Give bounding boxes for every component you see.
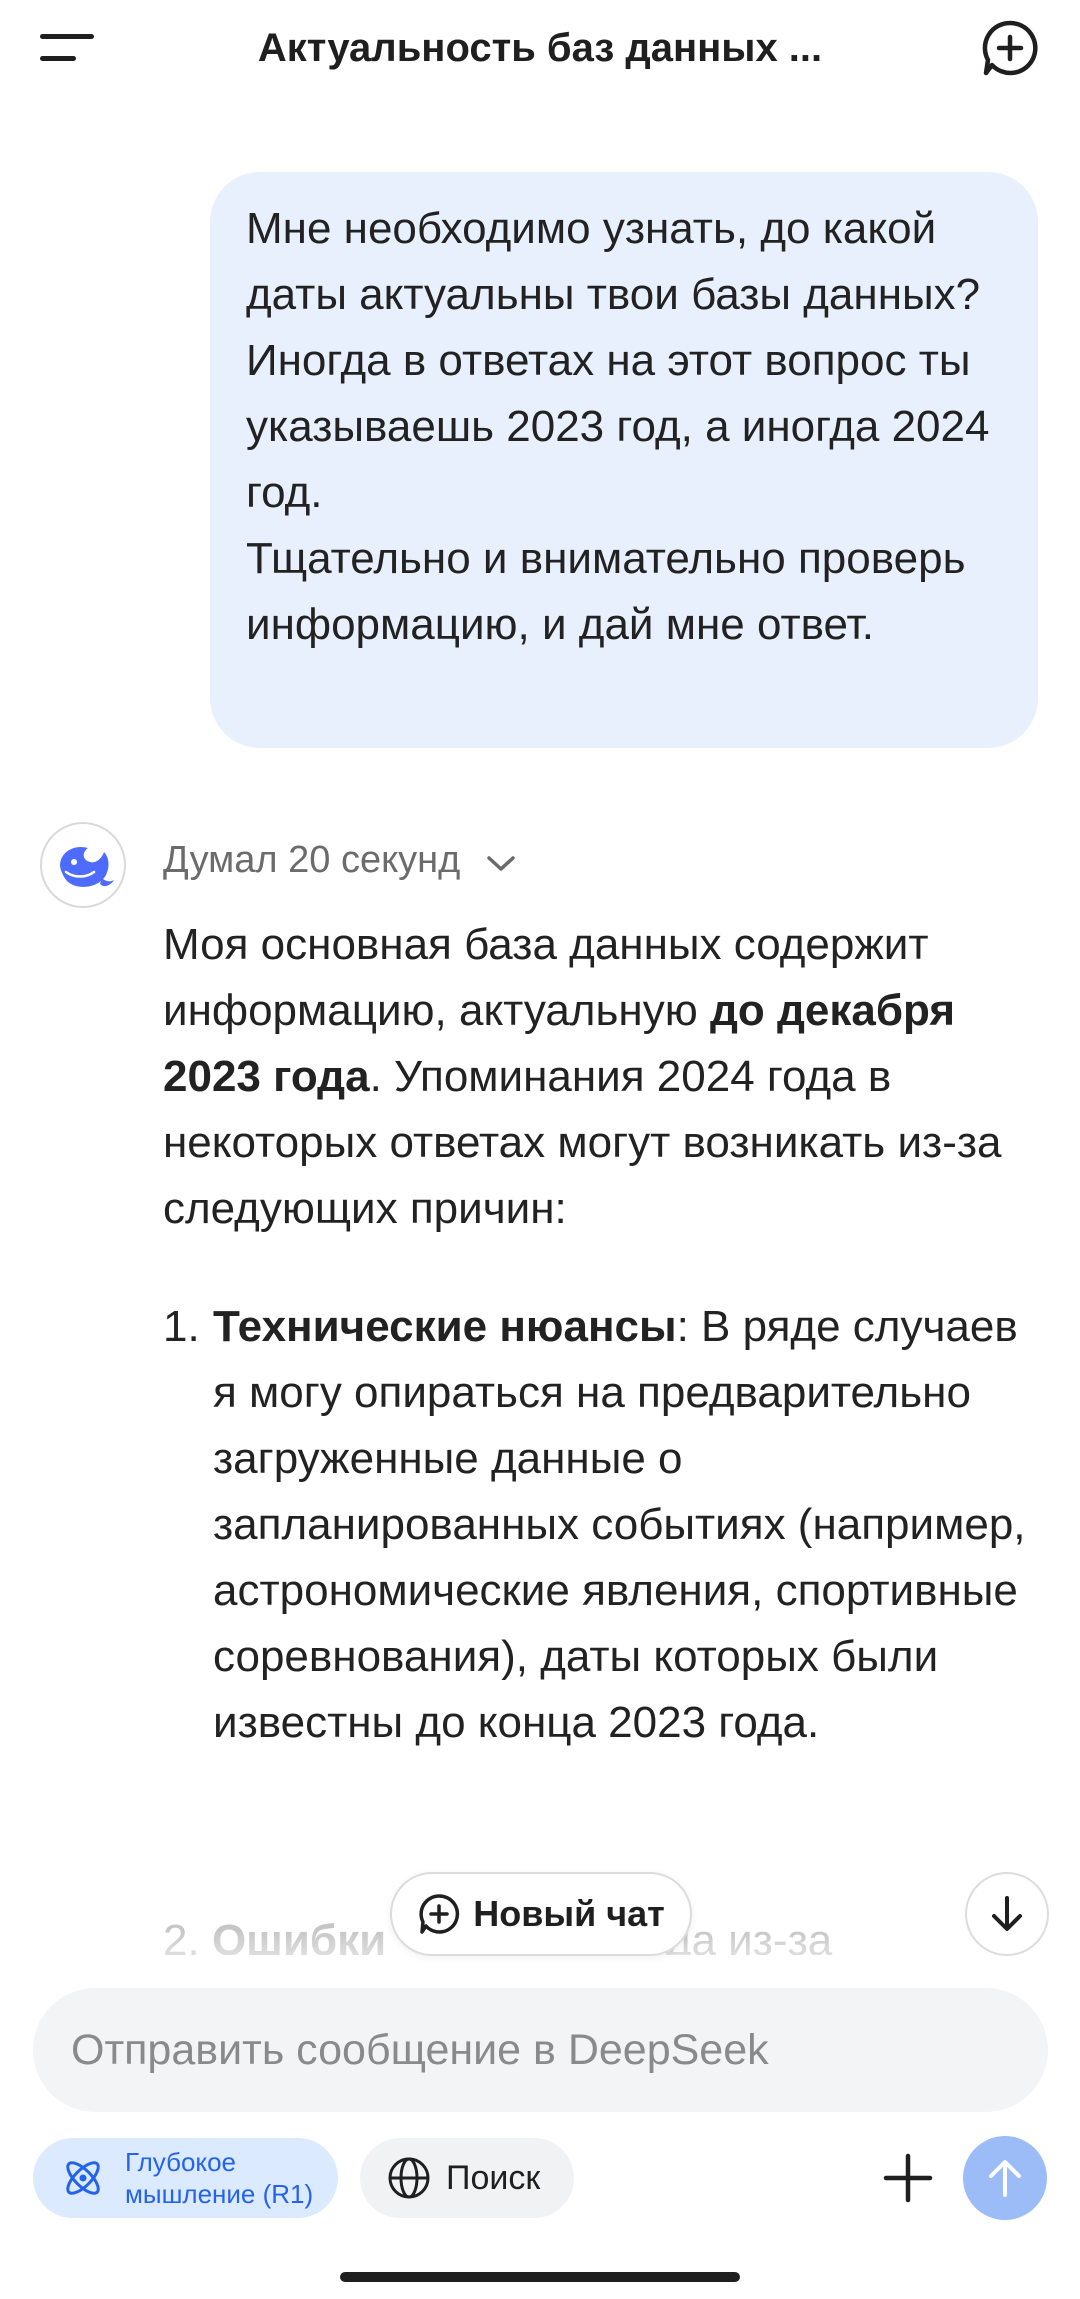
chevron-down-icon (485, 834, 517, 890)
answer-list: 1. Технические нюансы: В ряде случаев я … (163, 1294, 1043, 1756)
arrow-up-icon (989, 2160, 1021, 2197)
search-label: Поиск (446, 2158, 541, 2197)
chat-title[interactable]: Актуальность баз данных ... (180, 20, 900, 76)
plus-icon (883, 2153, 933, 2203)
arrow-down-icon (992, 1896, 1022, 1931)
send-button[interactable] (963, 2136, 1047, 2220)
list-item-number: 1. (163, 1302, 200, 1351)
list-item-text: : В ряде случаев я могу опираться на пре… (213, 1302, 1026, 1747)
user-message-paragraph: Тщательно и внимательно проверь информац… (246, 534, 966, 649)
deepseek-whale-icon (60, 846, 114, 887)
top-bar: Актуальность баз данных ... (0, 0, 1080, 96)
user-message-paragraph: Мне необходимо узнать, до какой даты акт… (246, 204, 990, 517)
message-composer[interactable] (33, 1988, 1048, 2112)
assistant-avatar (40, 822, 126, 908)
deep-thinking-label: Глубокое мышление (R1) (125, 2147, 314, 2209)
new-chat-button[interactable]: Новый чат (390, 1872, 692, 1956)
scroll-to-bottom-button[interactable] (965, 1872, 1049, 1956)
globe-icon (388, 2157, 430, 2199)
message-input[interactable] (69, 2024, 1013, 2076)
menu-icon[interactable] (40, 28, 100, 68)
assistant-message: Моя основная база данных содержит информ… (163, 912, 1043, 1756)
thought-duration-toggle[interactable]: Думал 20 секунд (163, 832, 517, 888)
new-chat-plus-icon[interactable] (980, 18, 1040, 78)
attach-plus-button[interactable] (870, 2140, 946, 2216)
user-message-bubble[interactable]: Мне необходимо узнать, до какой даты акт… (210, 172, 1038, 748)
new-chat-label: Новый чат (473, 1893, 665, 1934)
atom-icon (66, 2161, 100, 2195)
home-indicator (340, 2272, 740, 2282)
answer-intro: Моя основная база данных содержит информ… (163, 920, 1002, 1233)
list-item-title: Технические нюансы (213, 1302, 677, 1351)
new-chat-plus-icon (419, 1894, 460, 1934)
thought-label: Думал 20 секунд (163, 839, 461, 881)
list-item: 1. Технические нюансы: В ряде случаев я … (163, 1294, 1043, 1756)
deep-thinking-toggle[interactable]: Глубокое мышление (R1) (33, 2138, 338, 2218)
chat-screen: Актуальность баз данных ... Мне необходи… (0, 0, 1080, 2299)
web-search-toggle[interactable]: Поиск (360, 2138, 574, 2218)
